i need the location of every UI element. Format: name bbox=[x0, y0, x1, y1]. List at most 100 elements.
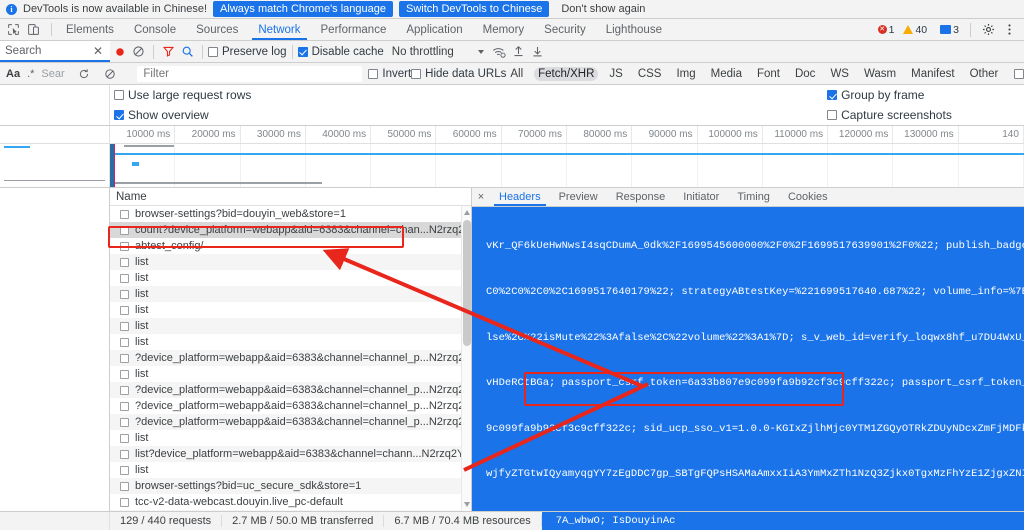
close-icon[interactable]: × bbox=[472, 188, 490, 206]
clear-button[interactable] bbox=[129, 42, 148, 61]
always-match-language-button[interactable]: Always match Chrome's language bbox=[213, 1, 393, 17]
tab-response[interactable]: Response bbox=[607, 188, 675, 206]
row-checkbox[interactable] bbox=[120, 242, 129, 251]
row-checkbox[interactable] bbox=[120, 466, 129, 475]
scrollbar-thumb[interactable] bbox=[463, 220, 471, 346]
table-row[interactable]: list bbox=[110, 334, 471, 350]
row-checkbox[interactable] bbox=[120, 482, 129, 491]
row-checkbox[interactable] bbox=[120, 258, 129, 267]
message-count-badge[interactable]: 3 bbox=[938, 24, 961, 36]
inspect-element-icon[interactable] bbox=[5, 21, 22, 38]
tab-preview[interactable]: Preview bbox=[550, 188, 607, 206]
export-har-icon[interactable] bbox=[528, 42, 547, 61]
row-checkbox[interactable] bbox=[120, 226, 129, 235]
type-filter-js[interactable]: JS bbox=[605, 67, 626, 81]
error-count-badge[interactable]: ✕ 1 bbox=[876, 24, 897, 36]
scroll-up-arrow-icon[interactable] bbox=[464, 210, 470, 215]
scroll-down-arrow-icon[interactable] bbox=[464, 502, 470, 507]
table-row[interactable]: browser-settings?bid=uc_secure_sdk&store… bbox=[110, 478, 471, 494]
table-row[interactable]: ?device_platform=webapp&aid=6383&channel… bbox=[110, 350, 471, 366]
switch-to-chinese-button[interactable]: Switch DevTools to Chinese bbox=[399, 1, 549, 17]
close-icon[interactable]: ✕ bbox=[91, 44, 105, 58]
table-row[interactable]: abtest_config/ bbox=[110, 238, 471, 254]
match-case-button[interactable]: Aa bbox=[6, 68, 20, 80]
tab-application[interactable]: Application bbox=[396, 19, 472, 40]
clear-search-icon[interactable] bbox=[100, 64, 119, 83]
tab-elements[interactable]: Elements bbox=[56, 19, 124, 40]
settings-gear-icon[interactable] bbox=[980, 21, 997, 38]
record-button[interactable] bbox=[110, 42, 129, 61]
tab-security[interactable]: Security bbox=[534, 19, 596, 40]
table-row[interactable]: list bbox=[110, 318, 471, 334]
capture-screenshots-checkbox[interactable]: Capture screenshots bbox=[827, 108, 952, 122]
row-checkbox[interactable] bbox=[120, 338, 129, 347]
table-row[interactable]: list bbox=[110, 270, 471, 286]
table-row-selected[interactable]: count?device_platform=webapp&aid=6383&ch… bbox=[110, 222, 471, 238]
tab-memory[interactable]: Memory bbox=[473, 19, 535, 40]
row-checkbox[interactable] bbox=[120, 434, 129, 443]
row-checkbox[interactable] bbox=[120, 306, 129, 315]
request-list-scrollbar[interactable] bbox=[461, 206, 471, 511]
tab-network[interactable]: Network bbox=[248, 19, 310, 40]
row-checkbox[interactable] bbox=[120, 370, 129, 379]
show-overview-checkbox[interactable]: Show overview bbox=[114, 108, 209, 122]
table-row[interactable]: list bbox=[110, 286, 471, 302]
overview-left-segment[interactable] bbox=[0, 144, 110, 187]
request-headers-content[interactable]: vKr_QF6kUeHwNwsI4sqCDumA_0dk%2F169954560… bbox=[472, 207, 1024, 511]
filter-input[interactable] bbox=[137, 66, 362, 82]
type-filter-doc[interactable]: Doc bbox=[791, 67, 819, 81]
dont-show-again-button[interactable]: Don't show again bbox=[555, 1, 651, 17]
type-filter-all[interactable]: All bbox=[506, 67, 527, 81]
row-checkbox[interactable] bbox=[120, 498, 129, 507]
throttling-dropdown[interactable]: No throttling bbox=[392, 46, 484, 58]
use-large-request-rows-checkbox[interactable]: Use large request rows bbox=[114, 88, 251, 102]
row-checkbox[interactable] bbox=[120, 274, 129, 283]
tab-sources[interactable]: Sources bbox=[186, 19, 248, 40]
table-row[interactable]: ?device_platform=webapp&aid=6383&channel… bbox=[110, 382, 471, 398]
tab-cookies[interactable]: Cookies bbox=[779, 188, 837, 206]
table-row[interactable]: list?device_platform=webapp&aid=6383&cha… bbox=[110, 446, 471, 462]
row-checkbox[interactable] bbox=[120, 402, 129, 411]
row-checkbox[interactable] bbox=[120, 386, 129, 395]
import-har-icon[interactable] bbox=[509, 42, 528, 61]
row-checkbox[interactable] bbox=[120, 322, 129, 331]
table-row[interactable]: list bbox=[110, 430, 471, 446]
table-row[interactable]: browser-settings?bid=douyin_web&store=1 bbox=[110, 206, 471, 222]
tab-initiator[interactable]: Initiator bbox=[674, 188, 728, 206]
table-row[interactable]: ?device_platform=webapp&aid=6383&channel… bbox=[110, 414, 471, 430]
more-options-icon[interactable] bbox=[1001, 21, 1018, 38]
overview-timeline[interactable] bbox=[110, 144, 1024, 187]
row-checkbox[interactable] bbox=[120, 450, 129, 459]
type-filter-css[interactable]: CSS bbox=[634, 67, 666, 81]
request-rows[interactable]: browser-settings?bid=douyin_web&store=1 … bbox=[110, 206, 471, 511]
tab-timing[interactable]: Timing bbox=[728, 188, 779, 206]
device-toolbar-icon[interactable] bbox=[25, 21, 42, 38]
network-overview-graph[interactable] bbox=[0, 144, 1024, 188]
type-filter-manifest[interactable]: Manifest bbox=[907, 67, 958, 81]
type-filter-media[interactable]: Media bbox=[707, 67, 746, 81]
hide-data-urls-checkbox[interactable]: Hide data URLs bbox=[411, 68, 506, 80]
type-filter-fetchxhr[interactable]: Fetch/XHR bbox=[534, 67, 598, 81]
filter-funnel-icon[interactable] bbox=[159, 42, 178, 61]
regex-toggle-button[interactable]: .* bbox=[27, 68, 34, 80]
issues-counters[interactable]: ✕ 1 40 bbox=[871, 23, 935, 37]
table-row[interactable]: list bbox=[110, 510, 471, 511]
type-filter-ws[interactable]: WS bbox=[826, 67, 853, 81]
search-drawer-header[interactable]: Search ✕ bbox=[0, 41, 110, 62]
request-list-header[interactable]: Name bbox=[110, 188, 471, 206]
row-checkbox[interactable] bbox=[120, 290, 129, 299]
type-filter-wasm[interactable]: Wasm bbox=[860, 67, 900, 81]
row-checkbox[interactable] bbox=[120, 418, 129, 427]
table-row[interactable]: ?device_platform=webapp&aid=6383&channel… bbox=[110, 398, 471, 414]
type-filter-other[interactable]: Other bbox=[966, 67, 1003, 81]
type-filter-font[interactable]: Font bbox=[753, 67, 784, 81]
tab-console[interactable]: Console bbox=[124, 19, 186, 40]
row-checkbox[interactable] bbox=[120, 210, 129, 219]
table-row[interactable]: list bbox=[110, 366, 471, 382]
table-row[interactable]: list bbox=[110, 302, 471, 318]
tab-performance[interactable]: Performance bbox=[311, 19, 397, 40]
tab-lighthouse[interactable]: Lighthouse bbox=[596, 19, 672, 40]
disable-cache-checkbox[interactable]: Disable cache bbox=[298, 46, 384, 58]
type-filter-img[interactable]: Img bbox=[672, 67, 699, 81]
warning-count-badge[interactable]: 40 bbox=[901, 24, 929, 36]
